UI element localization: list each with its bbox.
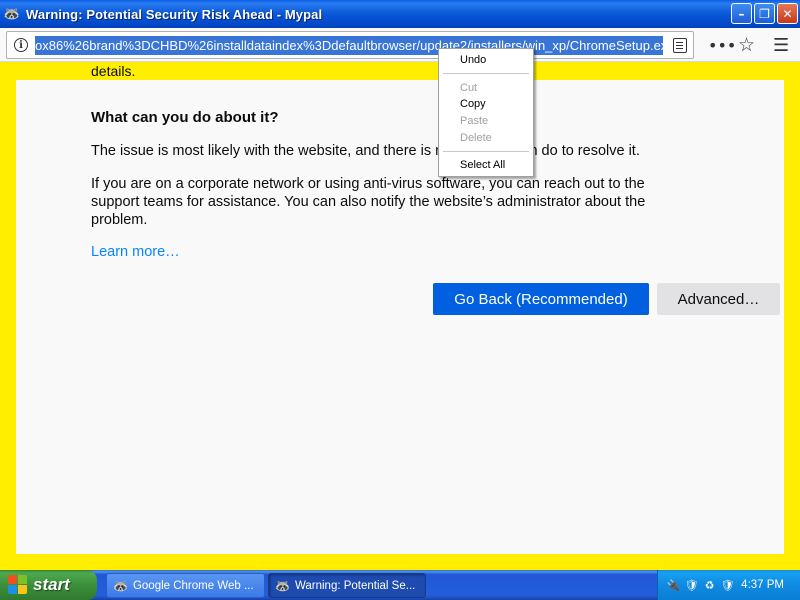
taskbar-item-label: Google Chrome Web ... bbox=[132, 579, 254, 592]
windows-flag-icon bbox=[8, 575, 28, 595]
learn-more-link[interactable]: Learn more… bbox=[91, 244, 180, 260]
error-page: What can you do about it? The issue is m… bbox=[16, 80, 784, 554]
go-back-button[interactable]: Go Back (Recommended) bbox=[433, 283, 649, 315]
section-heading: What can you do about it? bbox=[91, 109, 279, 126]
taskbar-item-warning[interactable]: 🦝 Warning: Potential Se... bbox=[268, 573, 426, 598]
start-button[interactable]: start bbox=[0, 570, 97, 600]
context-menu-undo[interactable]: Undo bbox=[460, 53, 486, 68]
navigation-toolbar: i ox86%26brand%3DCHBD%26installdataindex… bbox=[0, 28, 800, 62]
context-menu-paste[interactable]: Paste bbox=[460, 114, 488, 129]
start-label: start bbox=[33, 575, 70, 594]
close-button[interactable]: ✕ bbox=[777, 3, 798, 24]
page-text-peek: details. bbox=[91, 63, 136, 79]
mypal-app-icon: 🦝 bbox=[3, 6, 21, 22]
maximize-button[interactable]: ❐ bbox=[754, 3, 775, 24]
taskbar: start 🦝 Google Chrome Web ... 🦝 Warning:… bbox=[0, 570, 800, 600]
page-actions-icon[interactable]: ••• bbox=[708, 33, 736, 57]
site-info-icon[interactable]: i bbox=[7, 38, 35, 52]
mypal-task-icon: 🦝 bbox=[275, 578, 290, 593]
taskbar-item-chrome[interactable]: 🦝 Google Chrome Web ... bbox=[106, 573, 265, 598]
mypal-task-icon: 🦝 bbox=[113, 578, 128, 593]
clock[interactable]: 4:37 PM bbox=[741, 579, 784, 591]
window-title: Warning: Potential Security Risk Ahead -… bbox=[26, 6, 323, 22]
hamburger-menu-icon[interactable]: ☰ bbox=[773, 33, 789, 57]
url-text-selected[interactable]: ox86%26brand%3DCHBD%26installdataindex%3… bbox=[35, 35, 663, 55]
system-tray: 🔌 🛡 ♻ 🛡 4:37 PM bbox=[657, 570, 800, 600]
advanced-button[interactable]: Advanced… bbox=[657, 283, 780, 315]
window-titlebar[interactable]: 🦝 Warning: Potential Security Risk Ahead… bbox=[0, 0, 800, 28]
context-menu-select-all[interactable]: Select All bbox=[460, 158, 505, 173]
context-menu-cut[interactable]: Cut bbox=[460, 81, 477, 96]
reader-view-icon[interactable] bbox=[673, 38, 687, 53]
corporate-network-paragraph: If you are on a corporate network or usi… bbox=[91, 176, 646, 228]
context-menu: Undo Cut Copy Paste Delete Select All bbox=[438, 48, 534, 177]
taskbar-item-label: Warning: Potential Se... bbox=[294, 579, 416, 592]
antivirus-shield-icon[interactable]: 🛡 bbox=[720, 578, 735, 593]
bookmark-star-icon[interactable]: ☆ bbox=[738, 33, 755, 57]
context-menu-separator bbox=[443, 73, 529, 74]
context-menu-separator bbox=[443, 151, 529, 152]
explanation-paragraph: The issue is most likely with the websit… bbox=[91, 143, 640, 159]
update-icon[interactable]: ♻ bbox=[702, 578, 717, 593]
security-shield-icon[interactable]: 🛡 bbox=[684, 578, 699, 593]
network-icon[interactable]: 🔌 bbox=[666, 578, 681, 593]
url-bar[interactable]: i ox86%26brand%3DCHBD%26installdataindex… bbox=[6, 31, 694, 59]
minimize-button[interactable]: – bbox=[731, 3, 752, 24]
context-menu-copy[interactable]: Copy bbox=[460, 97, 486, 112]
context-menu-delete[interactable]: Delete bbox=[460, 131, 492, 146]
